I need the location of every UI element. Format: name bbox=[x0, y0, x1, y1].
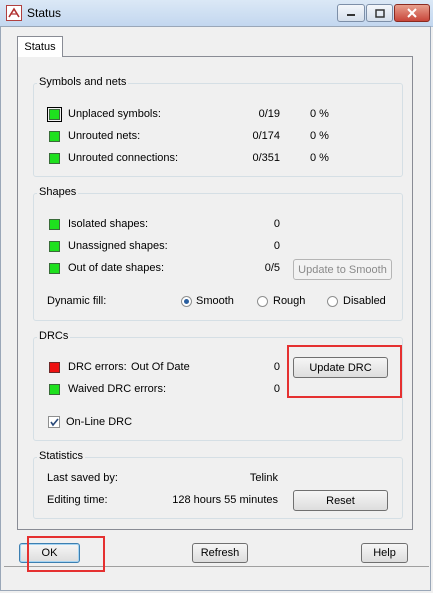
waived-drc-errors-label: Waived DRC errors: bbox=[68, 383, 166, 395]
statistics-heading: Statistics bbox=[37, 450, 86, 462]
isolated-shapes-value: 0 bbox=[273, 218, 280, 230]
help-button[interactable]: Help bbox=[361, 543, 408, 563]
minimize-button[interactable] bbox=[337, 4, 365, 22]
maximize-icon bbox=[374, 8, 385, 18]
last-saved-value: Telink bbox=[249, 472, 278, 484]
minimize-icon bbox=[347, 14, 355, 16]
drcs-heading: DRCs bbox=[37, 330, 71, 342]
checkmark-icon bbox=[50, 418, 59, 427]
unrouted-connections-percent: 0 % bbox=[310, 152, 329, 164]
online-drc-label: On-Line DRC bbox=[66, 416, 133, 428]
dynamic-fill-rough-radio[interactable] bbox=[257, 296, 268, 307]
dynamic-fill-disabled-radio[interactable] bbox=[327, 296, 338, 307]
refresh-button[interactable]: Refresh bbox=[192, 543, 248, 563]
editing-time-label: Editing time: bbox=[47, 494, 108, 506]
dynamic-fill-disabled-label: Disabled bbox=[343, 295, 386, 307]
out-of-date-shapes-status-indicator bbox=[49, 263, 60, 274]
last-saved-label: Last saved by: bbox=[47, 472, 118, 484]
drc-errors-label: DRC errors: bbox=[68, 361, 127, 373]
help-label: Help bbox=[373, 547, 396, 559]
unrouted-nets-value: 0/174 bbox=[252, 130, 280, 142]
editing-time-value: 128 hours 55 minutes bbox=[172, 494, 278, 506]
isolated-shapes-status-indicator bbox=[49, 219, 60, 230]
update-drc-highlight bbox=[287, 345, 402, 398]
unassigned-shapes-value: 0 bbox=[273, 240, 280, 252]
tab-status[interactable]: Status bbox=[17, 36, 63, 57]
title-bar: Status bbox=[0, 0, 433, 27]
unplaced-symbols-value: 0/19 bbox=[258, 108, 280, 120]
tab-status-label: Status bbox=[24, 41, 56, 53]
close-button[interactable] bbox=[394, 4, 430, 22]
close-icon bbox=[407, 8, 417, 18]
unplaced-symbols-percent: 0 % bbox=[310, 108, 329, 120]
refresh-label: Refresh bbox=[200, 547, 240, 559]
unassigned-shapes-label: Unassigned shapes: bbox=[68, 240, 168, 252]
unassigned-shapes-status-indicator bbox=[49, 241, 60, 252]
drc-errors-status-indicator bbox=[49, 362, 60, 373]
drc-errors-value: 0 bbox=[273, 361, 280, 373]
reset-label: Reset bbox=[326, 494, 355, 507]
online-drc-checkbox[interactable] bbox=[48, 416, 60, 428]
unrouted-nets-label: Unrouted nets: bbox=[68, 130, 141, 142]
ok-button-highlight bbox=[27, 536, 105, 572]
unrouted-nets-percent: 0 % bbox=[310, 130, 329, 142]
update-to-smooth-label: Update to Smooth bbox=[298, 263, 387, 276]
dynamic-fill-smooth-label: Smooth bbox=[196, 295, 234, 307]
waived-drc-errors-value: 0 bbox=[273, 383, 280, 395]
dynamic-fill-smooth-radio[interactable] bbox=[181, 296, 192, 307]
out-of-date-shapes-value: 0/5 bbox=[264, 262, 280, 274]
shapes-heading: Shapes bbox=[37, 186, 79, 198]
unrouted-connections-value: 0/351 bbox=[252, 152, 280, 164]
drc-errors-note: Out Of Date bbox=[131, 361, 190, 373]
reset-button[interactable]: Reset bbox=[293, 490, 388, 511]
maximize-button[interactable] bbox=[366, 4, 393, 22]
symbols-and-nets-heading: Symbols and nets bbox=[37, 76, 129, 88]
unplaced-symbols-label: Unplaced symbols: bbox=[68, 108, 161, 120]
update-to-smooth-button[interactable]: Update to Smooth bbox=[293, 259, 392, 280]
waived-drc-errors-status-indicator bbox=[49, 384, 60, 395]
isolated-shapes-label: Isolated shapes: bbox=[68, 218, 149, 230]
unrouted-connections-status-indicator bbox=[49, 153, 60, 164]
unrouted-connections-label: Unrouted connections: bbox=[68, 152, 179, 164]
dynamic-fill-rough-label: Rough bbox=[273, 295, 306, 307]
dynamic-fill-label: Dynamic fill: bbox=[47, 295, 107, 307]
out-of-date-shapes-label: Out of date shapes: bbox=[68, 262, 165, 274]
window-title: Status bbox=[27, 6, 62, 20]
unrouted-nets-status-indicator bbox=[49, 131, 60, 142]
unplaced-symbols-status-indicator bbox=[47, 107, 62, 122]
app-icon bbox=[6, 5, 22, 21]
